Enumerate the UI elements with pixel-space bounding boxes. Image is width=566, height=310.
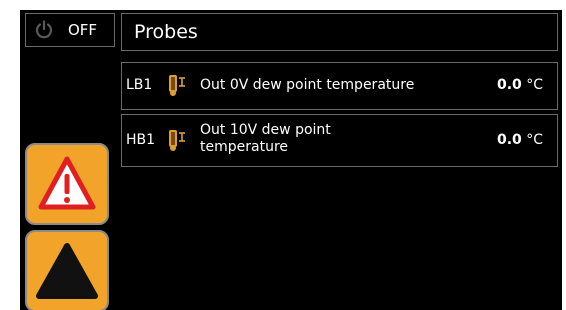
probes-screen: OFF Probes LB1 Out 0V dew point temperat… [20,10,562,310]
probe-id: LB1 [126,77,153,93]
probe-row-hb1[interactable]: HB1 Out 10V dew point temperature 0.0 °C [121,114,558,167]
probe-value-number: 0.0 [496,77,522,93]
probe-value: 0.0 °C [497,77,543,94]
scroll-up-button[interactable] [25,230,109,310]
page-title: Probes [134,21,198,43]
probe-description: Out 0V dew point temperature [200,77,415,93]
probe-row-lb1[interactable]: LB1 Out 0V dew point temperature 0.0 °C [121,62,558,110]
probe-value-unit: °C [526,77,543,93]
temperature-probe-icon [169,130,185,151]
alarm-button[interactable] [25,143,109,225]
probe-id: HB1 [126,132,156,148]
power-toggle-button[interactable]: OFF [25,13,115,47]
probe-value: 0.0 °C [497,132,543,149]
probe-description: Out 10V dew point temperature [200,122,331,155]
power-icon [35,20,53,39]
page-title-bar: Probes [121,13,558,51]
power-state-label: OFF [68,21,98,39]
probe-value-unit: °C [526,132,543,148]
warning-icon [38,156,96,210]
probe-value-number: 0.0 [496,132,522,148]
triangle-up-icon [36,243,98,299]
temperature-probe-icon [169,75,185,96]
